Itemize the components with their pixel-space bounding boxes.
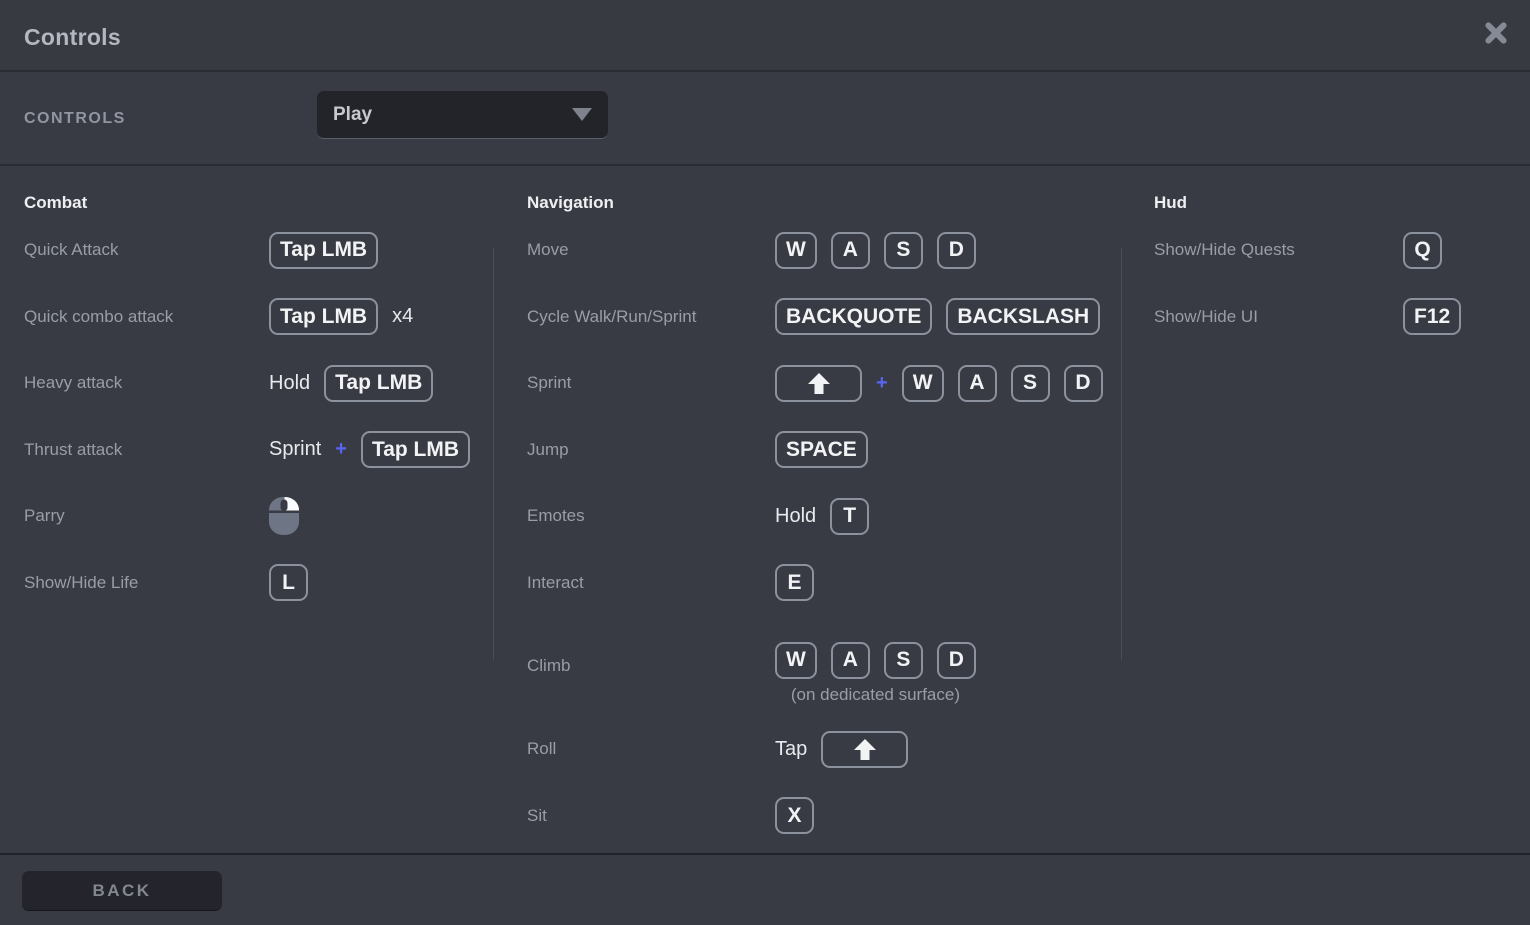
keybind-d[interactable]: D [1064, 365, 1103, 402]
chevron-down-icon [572, 108, 592, 121]
keybind-backquote[interactable]: BACKQUOTE [775, 298, 932, 335]
keybind-s[interactable]: S [1011, 365, 1050, 402]
binding-row-sprint: Sprint + W A S D [527, 350, 1107, 417]
section-title-combat: Combat [24, 193, 484, 214]
keybind-s[interactable]: S [884, 232, 923, 269]
binding-row-thrust-attack: Thrust attack Sprint + Tap LMB [24, 417, 484, 484]
binding-label: Roll [527, 739, 775, 759]
keybind-tap-lmb[interactable]: Tap LMB [269, 298, 378, 335]
bindings-panel: Combat Quick Attack Tap LMB Quick combo … [0, 168, 1530, 852]
climb-surface-note: (on dedicated surface) [775, 685, 976, 705]
binding-label: Quick Attack [24, 240, 269, 260]
binding-label: Sprint [527, 373, 775, 393]
keybind-d[interactable]: D [937, 232, 976, 269]
right-mouse-button-icon[interactable] [269, 497, 299, 535]
binding-label: Jump [527, 440, 775, 460]
keybind-space[interactable]: SPACE [775, 431, 868, 468]
controls-mode-dropdown[interactable]: Play [317, 91, 608, 139]
keybind-x[interactable]: X [775, 797, 814, 834]
plus-separator: + [335, 438, 347, 461]
binding-row-roll: Roll Tap [527, 716, 1107, 783]
combat-section: Combat Quick Attack Tap LMB Quick combo … [24, 168, 484, 616]
title-bar: Controls [0, 0, 1530, 72]
binding-row-sit: Sit X [527, 783, 1107, 850]
plus-separator: + [876, 372, 888, 395]
binding-label: Parry [24, 506, 269, 526]
controls-bar: CONTROLS Play [0, 74, 1530, 166]
sprint-modifier-text: Sprint [269, 438, 321, 461]
binding-row-show-hide-ui: Show/Hide UI F12 [1154, 284, 1514, 351]
keybind-s[interactable]: S [884, 642, 923, 679]
binding-row-interact: Interact E [527, 550, 1107, 617]
keybind-w[interactable]: W [775, 642, 817, 679]
binding-label: Show/Hide UI [1154, 307, 1403, 327]
shift-arrow-icon [853, 739, 877, 760]
binding-label: Quick combo attack [24, 307, 269, 327]
section-title-hud: Hud [1154, 193, 1514, 214]
close-button[interactable] [1478, 16, 1514, 52]
keybind-f12[interactable]: F12 [1403, 298, 1461, 335]
keybind-t[interactable]: T [830, 498, 869, 535]
binding-row-jump: Jump SPACE [527, 417, 1107, 484]
hold-modifier-text: Hold [775, 505, 816, 528]
keybind-a[interactable]: A [958, 365, 997, 402]
binding-label: Climb [527, 656, 775, 676]
keybind-shift[interactable] [821, 731, 908, 768]
keybind-backslash[interactable]: BACKSLASH [946, 298, 1100, 335]
binding-row-climb: Climb W A S D (on dedicated surface) [527, 616, 1107, 716]
binding-row-heavy-attack: Heavy attack Hold Tap LMB [24, 350, 484, 417]
binding-row-emotes: Emotes Hold T [527, 483, 1107, 550]
tap-modifier-text: Tap [775, 738, 807, 761]
binding-row-quick-combo-attack: Quick combo attack Tap LMB x4 [24, 284, 484, 351]
keybind-w[interactable]: W [902, 365, 944, 402]
controls-bar-label: CONTROLS [24, 110, 126, 128]
keybind-tap-lmb[interactable]: Tap LMB [269, 232, 378, 269]
dropdown-selected-value: Play [333, 104, 372, 126]
keybind-w[interactable]: W [775, 232, 817, 269]
binding-label: Heavy attack [24, 373, 269, 393]
binding-label: Sit [527, 806, 775, 826]
shift-arrow-icon [807, 373, 831, 394]
hud-section: Hud Show/Hide Quests Q Show/Hide UI F12 [1154, 168, 1514, 350]
binding-label: Show/Hide Quests [1154, 240, 1403, 260]
close-icon [1483, 20, 1509, 49]
binding-row-move: Move W A S D [527, 217, 1107, 284]
repeat-count-text: x4 [392, 305, 413, 328]
back-button[interactable]: BACK [22, 871, 222, 911]
binding-row-show-hide-life: Show/Hide Life L [24, 550, 484, 617]
keybind-a[interactable]: A [831, 232, 870, 269]
footer-bar: BACK [0, 853, 1530, 925]
section-title-navigation: Navigation [527, 193, 1107, 214]
keybind-shift[interactable] [775, 365, 862, 402]
column-divider [493, 248, 494, 660]
binding-label: Interact [527, 573, 775, 593]
navigation-section: Navigation Move W A S D Cycle Walk/Run/S… [527, 168, 1107, 849]
keybind-q[interactable]: Q [1403, 232, 1442, 269]
keybind-tap-lmb[interactable]: Tap LMB [361, 431, 470, 468]
binding-row-cycle-walk-run-sprint: Cycle Walk/Run/Sprint BACKQUOTE BACKSLAS… [527, 284, 1107, 351]
binding-row-quick-attack: Quick Attack Tap LMB [24, 217, 484, 284]
keybind-a[interactable]: A [831, 642, 870, 679]
binding-label: Move [527, 240, 775, 260]
binding-label: Cycle Walk/Run/Sprint [527, 307, 775, 327]
page-title: Controls [24, 24, 121, 51]
keybind-d[interactable]: D [937, 642, 976, 679]
binding-row-parry: Parry [24, 483, 484, 550]
column-divider [1121, 248, 1122, 660]
keybind-tap-lmb[interactable]: Tap LMB [324, 365, 433, 402]
binding-row-show-hide-quests: Show/Hide Quests Q [1154, 217, 1514, 284]
keybind-e[interactable]: E [775, 564, 814, 601]
keybind-l[interactable]: L [269, 564, 308, 601]
binding-label: Show/Hide Life [24, 573, 269, 593]
binding-label: Thrust attack [24, 440, 269, 460]
hold-modifier-text: Hold [269, 372, 310, 395]
binding-label: Emotes [527, 506, 775, 526]
